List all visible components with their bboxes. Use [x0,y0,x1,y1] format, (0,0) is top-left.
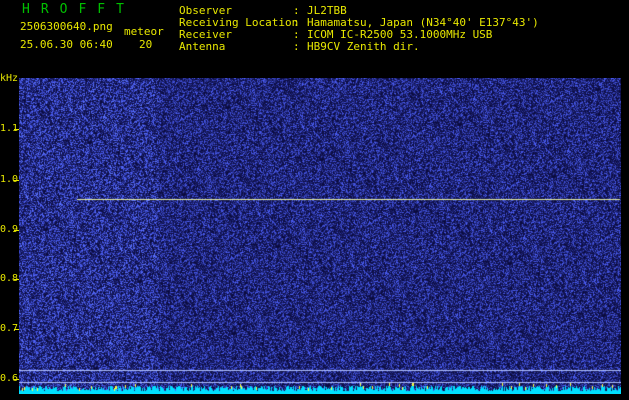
spectrogram [19,78,621,394]
info-label-antenna: Antenna [179,40,226,53]
app-title: HROFFT [22,2,135,17]
meteor-label: meteor [124,25,164,38]
datetime: 25.06.30 06:40 [20,38,113,51]
info-colon: : [293,40,300,53]
info-value-antenna: HB9CV Zenith dir. [307,40,420,53]
y-axis-unit: kHz [0,73,19,84]
meteor-count: 20 [139,38,153,51]
filename: 2506300640.png [20,20,113,33]
